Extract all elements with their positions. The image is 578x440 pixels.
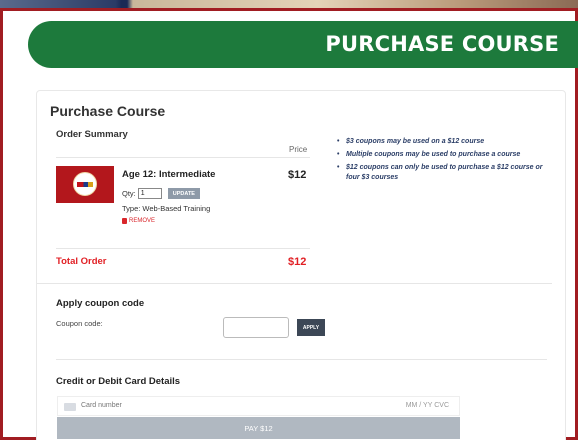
card-number-field[interactable]: Card number MM / YY CVC	[57, 396, 460, 416]
total-order-value: $12	[288, 256, 307, 268]
update-button[interactable]: UPDATE	[167, 188, 200, 199]
course-logo	[73, 172, 97, 196]
order-summary-heading: Order Summary	[56, 129, 128, 140]
banner-title: PURCHASE COURSE	[325, 32, 559, 56]
quantity-label: Qty:	[122, 189, 136, 198]
quantity-input[interactable]	[137, 188, 162, 199]
divider	[37, 283, 552, 284]
expiry-cvc-placeholder: MM / YY CVC	[405, 402, 449, 409]
quantity-row: Qty: UPDATE	[122, 188, 200, 199]
page-frame: PURCHASE COURSE Purchase Course Order Su…	[0, 8, 578, 440]
coupon-section-title: Apply coupon code	[56, 298, 145, 309]
note-item: Multiple coupons may be used to purchase…	[337, 150, 557, 160]
course-price: $12	[288, 169, 307, 181]
trash-icon	[122, 218, 127, 224]
divider	[56, 157, 310, 158]
apply-coupon-button[interactable]: APPLY	[297, 319, 325, 336]
note-item: $3 coupons may be used on a $12 course	[337, 137, 557, 147]
divider	[56, 359, 547, 360]
divider	[56, 248, 310, 249]
note-item: $12 coupons can only be used to purchase…	[337, 163, 557, 183]
purchase-card: Purchase Course Order Summary Price Age …	[36, 90, 566, 440]
coupon-code-label: Coupon code:	[56, 319, 103, 328]
remove-label: REMOVE	[129, 218, 156, 224]
coupon-code-input[interactable]	[223, 317, 289, 338]
course-name: Age 12: Intermediate	[122, 169, 216, 180]
coupon-notes: $3 coupons may be used on a $12 course M…	[337, 137, 557, 186]
remove-link[interactable]: REMOVE	[122, 218, 155, 224]
total-order-label: Total Order	[56, 256, 107, 267]
price-column-header: Price	[289, 145, 308, 154]
course-type: Type: Web-Based Training	[122, 204, 211, 213]
card-number-placeholder: Card number	[81, 402, 122, 409]
credit-card-icon	[64, 403, 76, 411]
pay-button[interactable]: PAY $12	[57, 417, 460, 439]
course-thumbnail	[56, 166, 114, 203]
card-title: Purchase Course	[50, 103, 166, 119]
card-details-title: Credit or Debit Card Details	[56, 376, 181, 387]
page-banner: PURCHASE COURSE	[28, 21, 578, 68]
